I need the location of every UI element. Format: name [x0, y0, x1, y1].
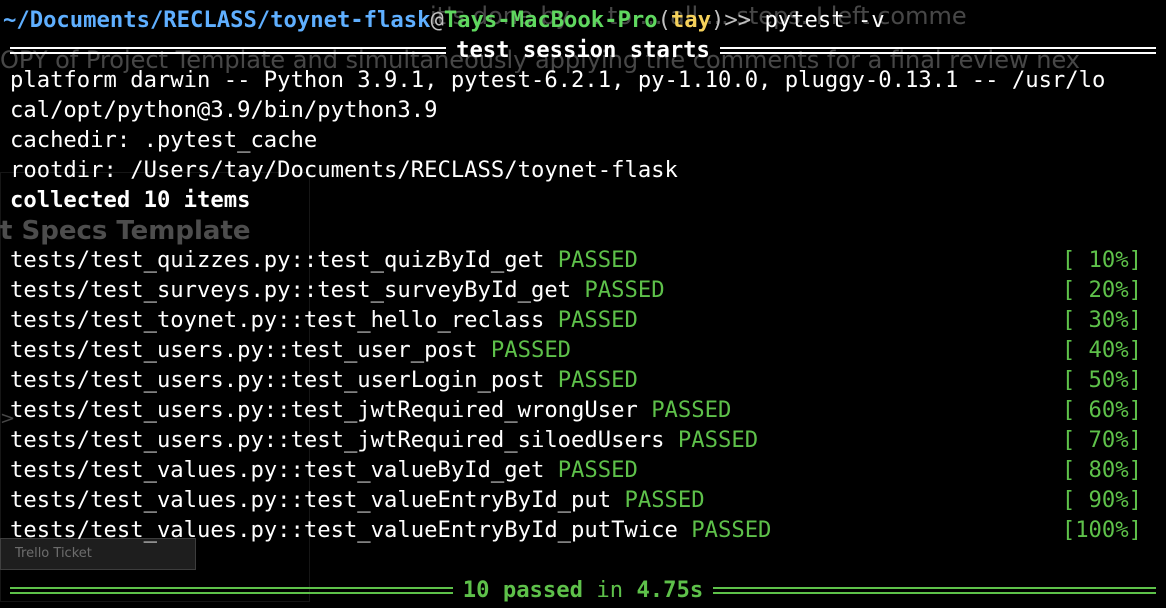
separator-line-left — [10, 46, 447, 54]
prompt-paren-close: ) — [711, 7, 725, 33]
test-progress-percent: [ 90%] — [1061, 487, 1142, 513]
test-name: tests/test_values.py::test_valueEntryByI… — [10, 487, 612, 513]
background-doc-heading: t Specs Template — [0, 216, 251, 246]
separator-line-right — [719, 46, 1156, 54]
summary-line-left — [10, 586, 453, 594]
test-status: PASSED — [557, 367, 638, 393]
prompt-path: ~/Documents/RECLASS/toynet-flask — [3, 7, 431, 33]
test-name: tests/test_users.py::test_user_post — [10, 337, 478, 363]
test-progress-percent: [ 40%] — [1061, 337, 1142, 363]
terminal-window[interactable]: it's done by ... to ... all ... steps. I… — [0, 0, 1166, 608]
prompt-symbol: >> — [724, 7, 752, 33]
summary-in: in — [583, 577, 637, 603]
test-progress-percent: [ 80%] — [1061, 457, 1142, 483]
test-progress-percent: [ 10%] — [1061, 247, 1142, 273]
collected-line: collected 10 items — [10, 187, 251, 213]
test-result-row: tests/test_values.py::test_valueEntryByI… — [10, 485, 1166, 515]
prompt-command: pytest -v — [764, 7, 885, 33]
test-status: PASSED — [624, 487, 705, 513]
test-name: tests/test_quizzes.py::test_quizById_get — [10, 247, 545, 273]
rootdir-line: rootdir: /Users/tay/Documents/RECLASS/to… — [10, 157, 678, 183]
test-result-row: tests/test_users.py::test_userLogin_post… — [10, 365, 1166, 395]
test-name: tests/test_values.py::test_valueEntryByI… — [10, 517, 678, 543]
test-name: tests/test_users.py::test_jwtRequired_si… — [10, 427, 665, 453]
test-progress-percent: [ 20%] — [1061, 277, 1142, 303]
test-result-row: tests/test_toynet.py::test_hello_reclass… — [10, 305, 1166, 335]
test-status: PASSED — [557, 457, 638, 483]
session-header-label: test session starts — [456, 37, 710, 63]
test-status: PASSED — [677, 427, 759, 453]
platform-line-2: cal/opt/python@3.9/bin/python3.9 — [10, 97, 438, 123]
test-result-row: tests/test_values.py::test_valueEntryByI… — [10, 515, 1166, 545]
test-name: tests/test_users.py::test_userLogin_post — [10, 367, 545, 393]
test-status: PASSED — [691, 517, 772, 543]
summary-duration: 4.75s — [636, 577, 704, 603]
test-result-row: tests/test_surveys.py::test_surveyById_g… — [10, 275, 1166, 305]
test-progress-percent: [ 60%] — [1061, 397, 1142, 423]
summary-passed: 10 passed — [462, 577, 583, 603]
prompt-paren-open: ( — [657, 7, 671, 33]
test-result-row: tests/test_users.py::test_jwtRequired_si… — [10, 425, 1166, 455]
platform-line-1: platform darwin -- Python 3.9.1, pytest-… — [10, 67, 1106, 93]
test-name: tests/test_users.py::test_jwtRequired_wr… — [10, 397, 638, 423]
summary-line-right — [713, 586, 1156, 594]
cachedir-line: cachedir: .pytest_cache — [10, 127, 318, 153]
session-header-separator: test session starts — [10, 35, 1156, 65]
test-name: tests/test_surveys.py::test_surveyById_g… — [10, 277, 572, 303]
test-result-row: tests/test_quizzes.py::test_quizById_get… — [10, 245, 1166, 275]
summary-separator: 10 passed in 4.75s — [10, 575, 1156, 605]
test-status: PASSED — [490, 337, 572, 363]
test-progress-percent: [ 50%] — [1061, 367, 1142, 393]
test-status: PASSED — [557, 307, 638, 333]
prompt-user: tay — [670, 7, 711, 33]
test-name: tests/test_toynet.py::test_hello_reclass — [10, 307, 545, 333]
test-result-row: tests/test_users.py::test_user_post PASS… — [10, 335, 1166, 365]
prompt-line: ~/Documents/RECLASS/toynet-flask@Tays-Ma… — [3, 5, 1166, 35]
test-progress-percent: [100%] — [1061, 517, 1142, 543]
test-result-row: tests/test_users.py::test_jwtRequired_wr… — [10, 395, 1166, 425]
summary-label: 10 passed in 4.75s — [453, 575, 713, 605]
test-name: tests/test_values.py::test_valueById_get — [10, 457, 545, 483]
test-progress-percent: [ 30%] — [1061, 307, 1142, 333]
test-result-row: tests/test_values.py::test_valueById_get… — [10, 455, 1166, 485]
test-status: PASSED — [651, 397, 732, 423]
prompt-host: Tays-MacBook-Pro — [443, 7, 658, 33]
prompt-at: @ — [430, 7, 444, 33]
test-status: PASSED — [584, 277, 665, 303]
test-progress-percent: [ 70%] — [1061, 427, 1142, 453]
test-status: PASSED — [557, 247, 638, 273]
